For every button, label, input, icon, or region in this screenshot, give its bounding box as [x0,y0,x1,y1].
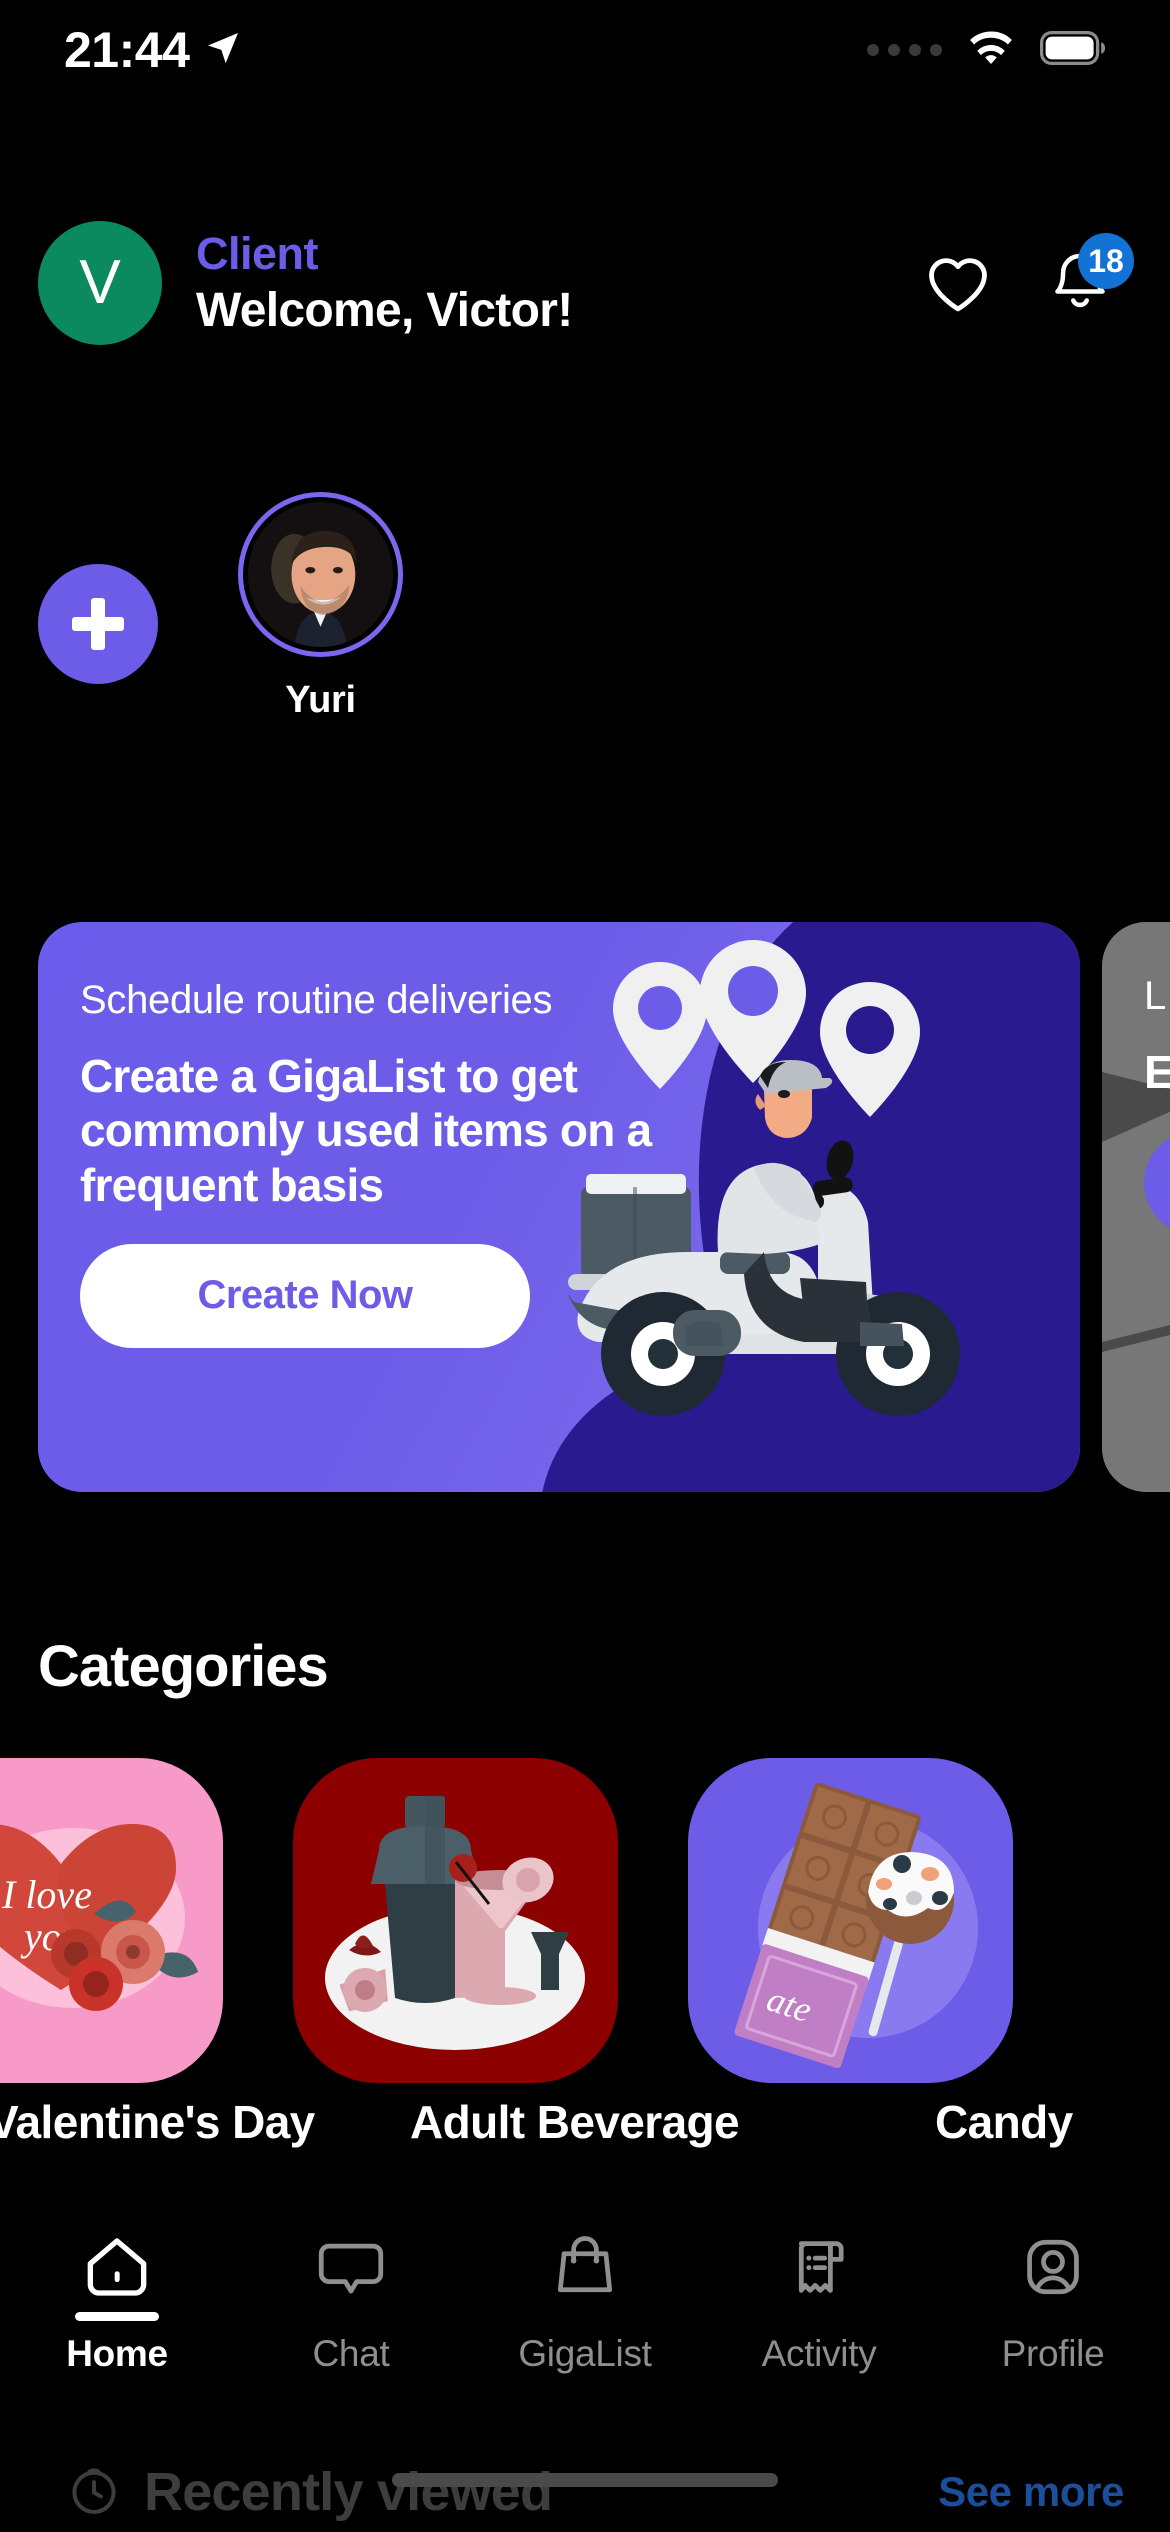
notifications-button[interactable]: 18 [1044,233,1134,319]
welcome-message: Welcome, Victor! [196,284,573,338]
battery-full-icon [1040,30,1108,70]
cocktail-shaker-illustration [325,1796,585,2050]
recently-viewed-row[interactable]: Recently viewed See more [0,2452,1170,2532]
category-item-candy[interactable]: ate [688,1758,1013,2088]
status-bar-left: 21:44 [64,25,243,75]
wifi-icon [964,28,1018,73]
category-label-valentines: Valentine's Day [0,2096,315,2148]
svg-text:I love: I love [1,1872,92,1917]
nav-item-chat[interactable]: Chat [261,2224,441,2375]
banner-content: Schedule routine deliveries Create a Gig… [38,922,1080,1348]
bottom-navigation-bar[interactable]: Home Chat GigaList Activity Profile [0,2212,1170,2394]
add-story-circle[interactable] [38,564,158,684]
secondary-banner-content: L E i s [1102,922,1170,1236]
heart-icon [929,258,987,312]
favorites-button[interactable] [922,247,994,319]
header-actions: 18 [922,233,1134,319]
valentines-card[interactable]: I love you [0,1758,223,2083]
story-name: Yuri [285,679,356,721]
secondary-banner-kicker: L [1144,974,1166,1018]
header-text: Client Welcome, Victor! [196,227,573,339]
banner-title: Create a GigaList to get commonly used i… [80,1050,652,1211]
location-arrow-icon [203,28,243,73]
category-label-candy: Candy [935,2096,1073,2148]
plus-icon [72,598,124,650]
nav-item-home[interactable]: Home [27,2224,207,2375]
receipt-icon [781,2224,857,2310]
active-tab-underline [75,2312,159,2321]
category-item-valentines[interactable]: I love you [0,1758,223,2088]
create-now-button[interactable]: Create Now [80,1243,530,1348]
status-bar-time: 21:44 [64,22,190,78]
user-role-label: Client [196,227,319,279]
nav-item-gigalist[interactable]: GigaList [495,2224,675,2375]
story-avatar-photo [248,502,393,647]
stories-row: Yuri [0,492,1170,842]
shopping-bag-icon [547,2224,623,2310]
status-bar: 21:44 [0,0,1170,100]
nav-item-activity[interactable]: Activity [729,2224,909,2375]
recently-viewed-label: Recently viewed [144,2462,553,2522]
nav-label-gigalist: GigaList [518,2333,652,2374]
candy-card[interactable]: ate [688,1758,1013,2083]
nav-label-home: Home [66,2333,168,2374]
heart-roses-illustration: I love you [0,1824,198,2011]
status-bar-right [867,28,1108,73]
avatar[interactable]: V [38,221,162,345]
nav-label-chat: Chat [312,2333,390,2374]
home-icon [77,2224,157,2310]
categories-heading: Categories [38,1634,329,1699]
app-header: V Client Welcome, Victor! 18 [0,198,1170,368]
signal-dots-icon [867,44,942,56]
category-item-adult-beverage[interactable] [293,1758,618,2088]
see-more-link[interactable]: See more [938,2468,1124,2516]
clock-icon [66,2462,122,2523]
chocolate-bar-illustration: ate [734,1782,978,2069]
gigalist-promo-banner[interactable]: Schedule routine deliveries Create a Gig… [38,922,1080,1492]
secondary-banner-title: E i s [1144,1046,1170,1098]
home-indicator [392,2473,778,2487]
recently-viewed-left: Recently viewed [66,2461,553,2523]
nav-label-activity: Activity [761,2333,877,2374]
banner-kicker: Schedule routine deliveries [80,978,553,1022]
person-icon [1015,2224,1091,2310]
secondary-banner-button[interactable] [1144,1131,1170,1236]
adult-beverage-card[interactable] [293,1758,618,2083]
category-label-adult-beverage: Adult Beverage [410,2096,740,2148]
secondary-promo-banner[interactable]: L E i s [1102,922,1170,1492]
add-story-button[interactable] [38,492,158,684]
chat-bubble-icon [313,2224,389,2310]
avatar-initial: V [79,248,121,317]
nav-label-profile: Profile [1001,2333,1105,2374]
categories-row[interactable]: I love you ate [0,1758,1170,2088]
story-item[interactable]: Yuri [238,492,403,722]
nav-item-profile[interactable]: Profile [963,2224,1143,2375]
notification-badge: 18 [1078,233,1134,289]
story-ring[interactable] [238,492,403,657]
banner-carousel[interactable]: Schedule routine deliveries Create a Gig… [0,922,1170,1492]
